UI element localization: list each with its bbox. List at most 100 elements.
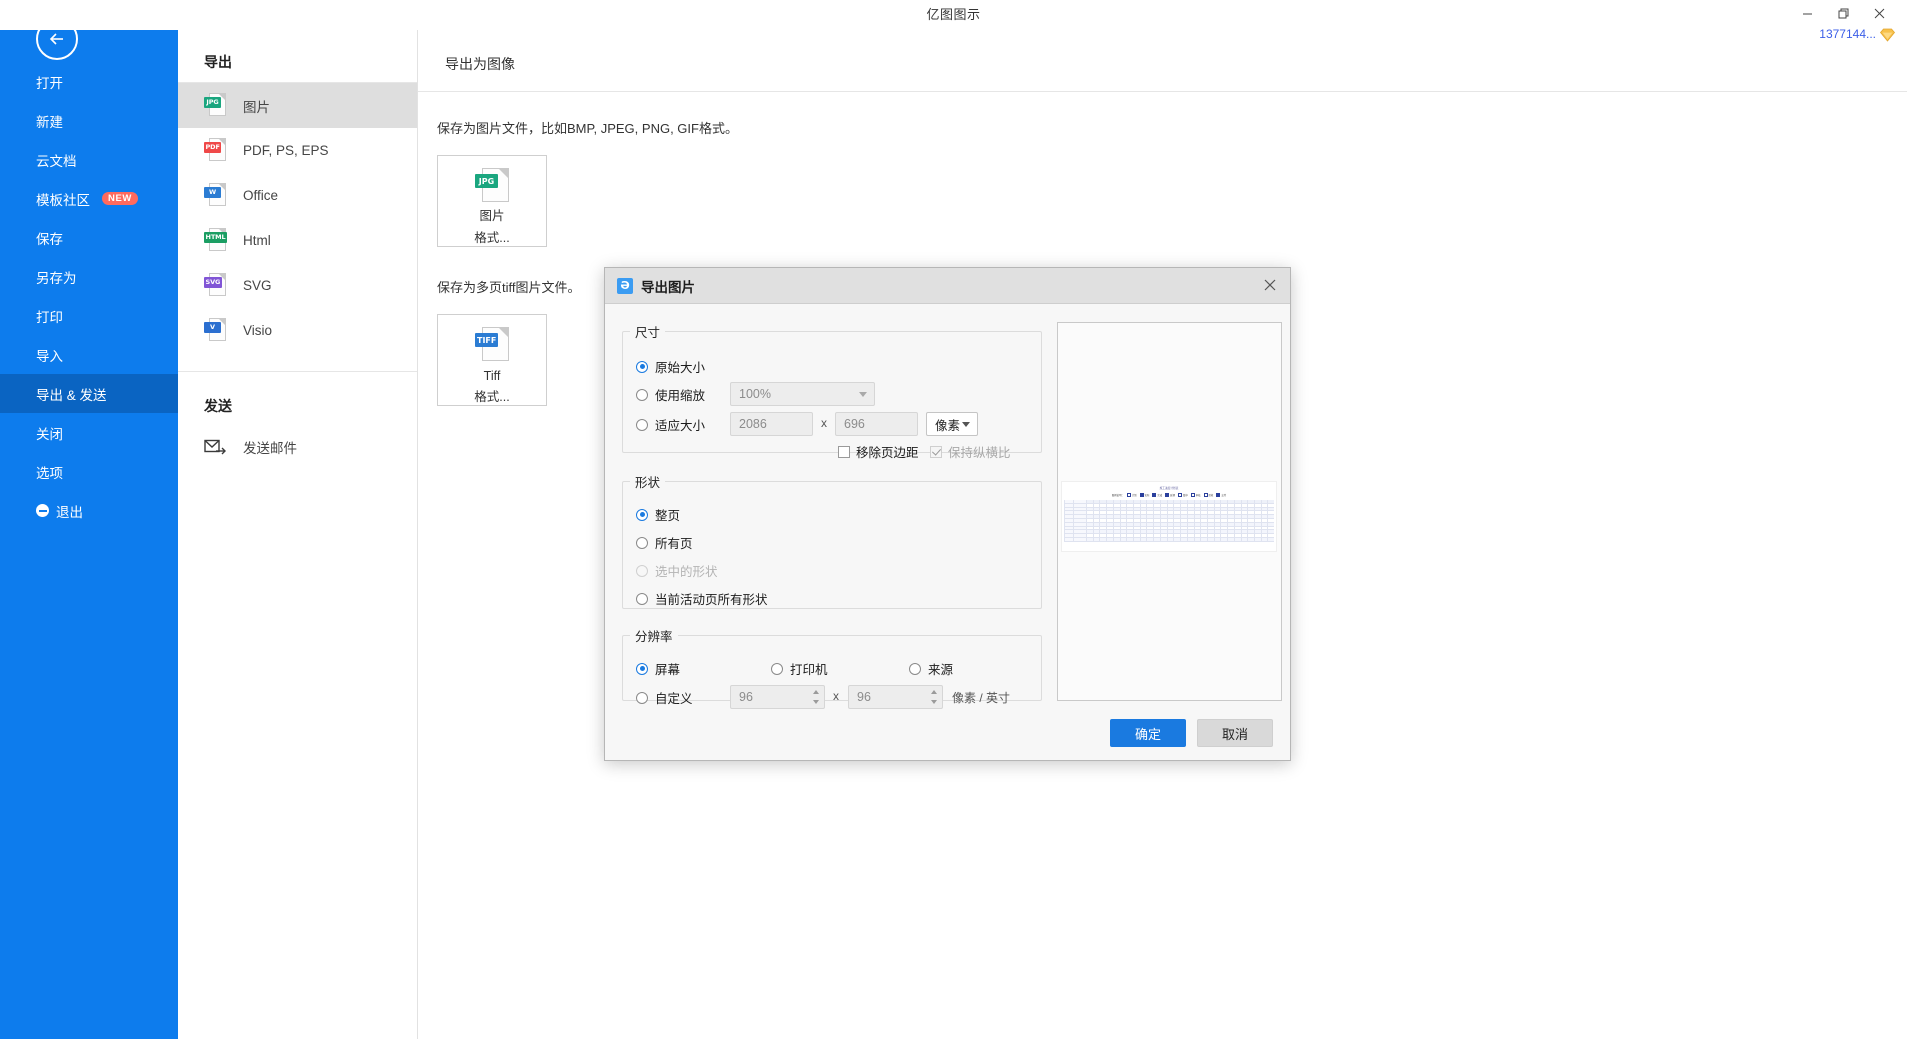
sidebar-item-print[interactable]: 打印	[0, 296, 178, 335]
sidebar-item-close[interactable]: 关闭	[0, 413, 178, 452]
preview-table-grid	[1064, 500, 1275, 542]
x-separator: x	[821, 416, 827, 430]
html-file-icon: HTML	[204, 227, 228, 254]
dpi-y-stepper[interactable]	[927, 687, 941, 707]
page-title: 导出为图像	[445, 56, 515, 72]
format-item-pdf-ps-eps[interactable]: PDF PDF, PS, EPS	[178, 128, 417, 173]
preview-table-row	[1064, 537, 1275, 542]
dialog-title: 导出图片	[641, 279, 695, 295]
dpi-x-value: 96	[739, 690, 753, 704]
radio-resolution-printer[interactable]: 打印机	[771, 659, 828, 678]
chevron-down-icon	[962, 422, 970, 427]
minimize-button[interactable]	[1789, 2, 1825, 24]
height-input[interactable]: 696	[835, 412, 918, 436]
format-item-image[interactable]: JPG 图片	[178, 83, 417, 128]
tiff-format-tile[interactable]: TIFF Tiff 格式...	[437, 314, 547, 406]
radio-label: 屏幕	[655, 663, 681, 677]
sidebar-item-label: 打印	[36, 309, 63, 325]
format-item-visio[interactable]: V Visio	[178, 308, 417, 353]
sidebar-item-save[interactable]: 保存	[0, 218, 178, 257]
sidebar-item-list: 打开 新建 云文档 模板社区 NEW 保存 另存为 打印 导入 导出 & 发送 …	[0, 62, 178, 530]
sidebar-item-label: 打开	[36, 75, 63, 91]
legend-swatch-icon	[1139, 493, 1144, 497]
send-heading: 发送	[204, 398, 232, 414]
radio-resolution-custom[interactable]: 自定义	[636, 688, 693, 707]
sidebar-item-label: 导入	[36, 348, 63, 364]
window-controls	[1789, 2, 1897, 24]
maximize-restore-button[interactable]	[1825, 2, 1861, 24]
preview-table-cell	[1146, 537, 1154, 542]
tile-line-2: 格式...	[474, 231, 510, 245]
sidebar-item-open[interactable]: 打开	[0, 62, 178, 101]
size-group-legend: 尺寸	[635, 326, 661, 340]
radio-whole-page[interactable]: 整页	[636, 505, 680, 524]
radio-original-size[interactable]: 原始大小	[636, 357, 705, 376]
image-format-tile[interactable]: JPG 图片 格式...	[437, 155, 547, 247]
radio-label: 整页	[655, 509, 681, 523]
vip-diamond-icon	[1879, 28, 1896, 42]
dpi-unit-label: 像素 / 英寸	[952, 691, 1011, 705]
unit-select[interactable]: 像素	[926, 412, 978, 436]
preview-table-cell	[1260, 537, 1268, 542]
radio-active-page-all-shapes[interactable]: 当前活动页所有形状	[636, 589, 768, 608]
x-separator: x	[833, 689, 839, 703]
radio-all-pages[interactable]: 所有页	[636, 533, 693, 552]
preview-table-cell	[1166, 537, 1174, 542]
dpi-y-input[interactable]: 96	[848, 685, 943, 709]
size-group: 尺寸 原始大小 使用缩放 100% 适应大小 2086 x 696 像素 移除页…	[622, 322, 1042, 460]
radio-indicator	[636, 388, 648, 401]
legend-swatch-icon	[1152, 493, 1157, 497]
radio-resolution-screen[interactable]: 屏幕	[636, 659, 680, 678]
radio-indicator	[636, 564, 648, 577]
dpi-x-stepper[interactable]	[809, 687, 823, 707]
ok-button[interactable]: 确定	[1110, 719, 1186, 747]
preview-table-cell	[1220, 537, 1228, 542]
preview-table-cell	[1206, 537, 1214, 542]
radio-use-scale[interactable]: 使用缩放	[636, 385, 705, 404]
sidebar-item-options[interactable]: 选项	[0, 452, 178, 491]
format-item-office[interactable]: W Office	[178, 173, 417, 218]
sidebar-item-new[interactable]: 新建	[0, 101, 178, 140]
radio-fit-size[interactable]: 适应大小	[636, 415, 705, 434]
send-item-email[interactable]: 发送邮件	[178, 424, 417, 469]
preview-table-cell	[1186, 537, 1194, 542]
format-item-html[interactable]: HTML Html	[178, 218, 417, 263]
sidebar-item-cloud-docs[interactable]: 云文档	[0, 140, 178, 179]
sidebar-item-template-community[interactable]: 模板社区 NEW	[0, 179, 178, 218]
preview-legend-label: 实际	[1144, 494, 1150, 497]
dpi-x-input[interactable]: 96	[730, 685, 825, 709]
scale-select[interactable]: 100%	[730, 382, 875, 406]
preview-table-cell	[1233, 537, 1241, 542]
dpi-y-value: 96	[857, 690, 871, 704]
stepper-up-icon	[927, 687, 941, 697]
cancel-button[interactable]: 取消	[1197, 719, 1273, 747]
format-item-svg[interactable]: SVG SVG	[178, 263, 417, 308]
sidebar-item-export-and-send[interactable]: 导出 & 发送	[0, 374, 178, 413]
sidebar-item-import[interactable]: 导入	[0, 335, 178, 374]
radio-indicator	[636, 508, 648, 521]
account-area[interactable]: 1377144...	[1819, 27, 1896, 42]
unit-select-value: 像素	[935, 418, 961, 433]
radio-label: 来源	[928, 663, 954, 677]
sidebar-item-save-as[interactable]: 另存为	[0, 257, 178, 296]
radio-resolution-source[interactable]: 来源	[909, 659, 953, 678]
export-heading: 导出	[204, 54, 232, 70]
resolution-group: 分辨率 屏幕 打印机 来源 自定义 96 x 96 像素 / 英寸	[622, 626, 1042, 709]
sidebar-item-label: 退出	[56, 504, 83, 520]
radio-label: 原始大小	[655, 361, 706, 375]
sidebar-item-exit[interactable]: 退出	[0, 491, 178, 530]
file-tag: HTML	[204, 231, 228, 243]
dialog-close-button[interactable]	[1256, 272, 1284, 298]
legend-swatch-icon	[1190, 493, 1195, 497]
window-close-button[interactable]	[1861, 2, 1897, 24]
back-arrow-icon	[49, 33, 63, 45]
width-input[interactable]: 2086	[730, 412, 813, 436]
format-item-label: Office	[243, 188, 279, 203]
preview-legend-label: 延期	[1170, 494, 1175, 497]
preview-table-cell	[1086, 537, 1093, 542]
format-item-label: SVG	[243, 278, 272, 293]
preview-table-cell	[1064, 537, 1073, 542]
legend-swatch-icon	[1216, 493, 1221, 497]
checkbox-remove-margin[interactable]: 移除页边距	[838, 442, 919, 461]
preview-table-cell	[1159, 537, 1167, 542]
